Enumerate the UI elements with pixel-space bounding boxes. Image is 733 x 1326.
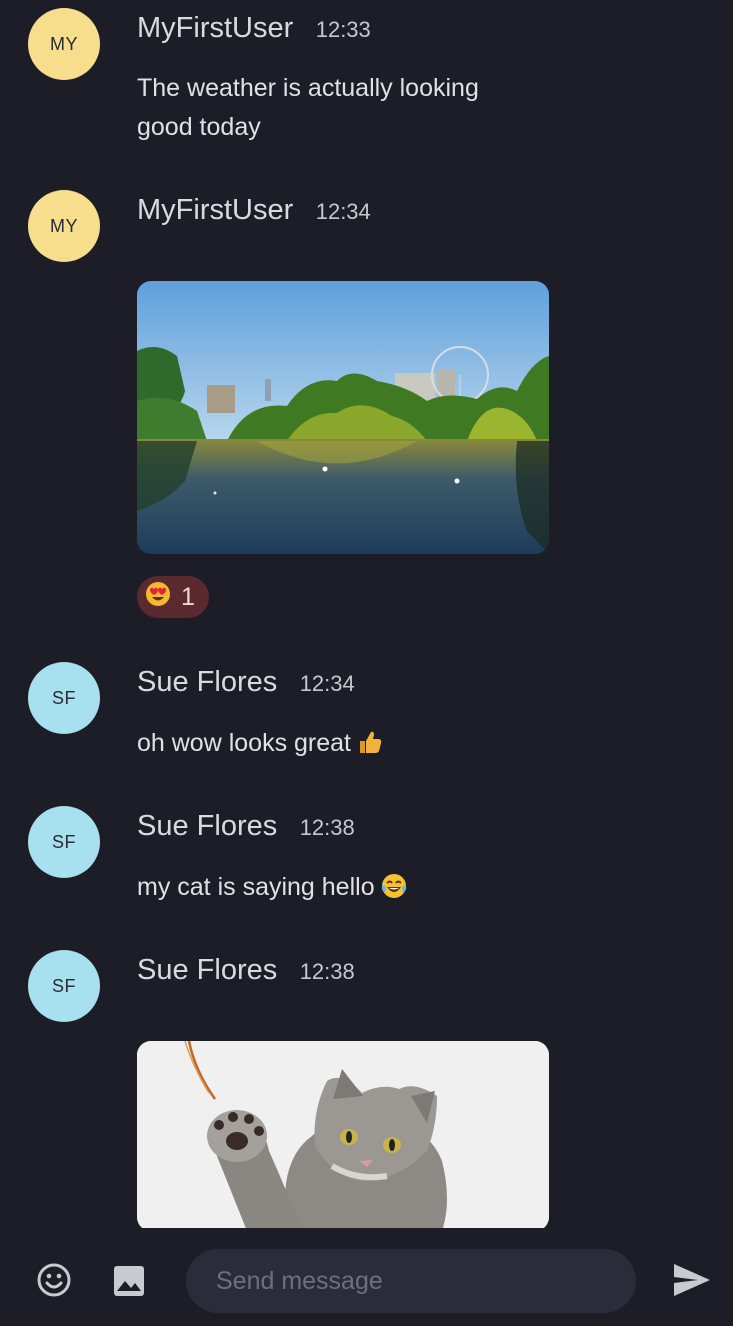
author-name[interactable]: MyFirstUser: [137, 12, 293, 44]
timestamp: 12:34: [315, 199, 371, 224]
avatar[interactable]: MY: [28, 190, 100, 262]
avatar[interactable]: SF: [28, 662, 100, 734]
timestamp: 12:33: [315, 17, 371, 42]
tears-of-joy-emoji-icon: [381, 872, 407, 911]
avatar-initials: MY: [50, 215, 78, 236]
avatar-initials: SF: [51, 975, 76, 996]
author-name[interactable]: Sue Flores: [137, 954, 277, 986]
cat-image[interactable]: [137, 1041, 549, 1228]
park-lake-illustration: [137, 281, 549, 554]
author-name[interactable]: MyFirstUser: [137, 194, 293, 226]
author-name[interactable]: Sue Flores: [137, 666, 277, 698]
timestamp: 12:38: [299, 815, 355, 840]
message-header: MyFirstUser 12:34: [137, 194, 371, 227]
message-header: MyFirstUser 12:33: [137, 12, 371, 45]
message-text-content: my cat is saying hello: [137, 873, 375, 901]
message-composer: [0, 1228, 733, 1326]
avatar[interactable]: SF: [28, 806, 100, 878]
avatar-initials: SF: [51, 687, 76, 708]
timestamp: 12:38: [299, 959, 355, 984]
message-feed[interactable]: MY MyFirstUser 12:33 The weather is actu…: [0, 0, 733, 1228]
message-input[interactable]: [186, 1249, 636, 1313]
avatar[interactable]: MY: [28, 8, 100, 80]
thumbs-up-emoji-icon: [357, 728, 383, 767]
message-header: Sue Flores 12:38: [137, 810, 355, 843]
cat-illustration: [137, 1041, 549, 1228]
heart-eyes-emoji-icon: [145, 581, 171, 614]
message-text: The weather is actually looking good tod…: [137, 74, 479, 141]
message-header: Sue Flores 12:34: [137, 666, 355, 699]
avatar-initials: MY: [50, 33, 78, 54]
reaction-chip[interactable]: 1: [137, 576, 209, 618]
author-name[interactable]: Sue Flores: [137, 810, 277, 842]
emoji-picker-icon[interactable]: [34, 1260, 74, 1300]
timestamp: 12:34: [299, 671, 355, 696]
avatar[interactable]: SF: [28, 950, 100, 1022]
park-lake-image[interactable]: [137, 281, 549, 554]
send-icon[interactable]: [670, 1260, 714, 1300]
reaction-count: 1: [181, 582, 195, 611]
message-text-content: oh wow looks great: [137, 729, 352, 757]
message-input-container: [186, 1249, 636, 1313]
image-attach-icon[interactable]: [110, 1262, 148, 1300]
chat-screen: MY MyFirstUser 12:33 The weather is actu…: [0, 0, 733, 1326]
avatar-initials: SF: [51, 831, 76, 852]
message-text: oh wow looks great: [137, 724, 537, 767]
message-header: Sue Flores 12:38: [137, 954, 355, 987]
message-text: my cat is saying hello: [137, 868, 537, 911]
